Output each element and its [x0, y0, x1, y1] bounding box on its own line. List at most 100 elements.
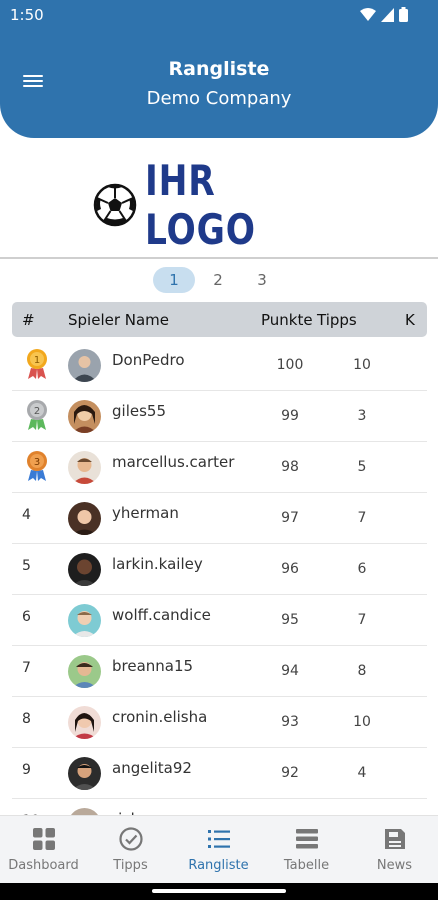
table-row[interactable]: 9 angelita92 92 4 — [12, 748, 427, 799]
ranking-list: 1 DonPedro 100 10 2 giles55 99 3 3 marce… — [12, 340, 427, 815]
page-button-3[interactable]: 3 — [241, 267, 283, 293]
nav-label: Tipps — [113, 858, 148, 873]
avatar — [68, 502, 101, 535]
divider — [0, 257, 438, 259]
player-tips: 7 — [357, 510, 367, 526]
player-points: 93 — [281, 714, 299, 730]
ranking-list-icon — [208, 830, 230, 848]
player-tips: 7 — [357, 612, 367, 628]
status-bar: 1:50 — [0, 0, 438, 30]
player-name: breanna15 — [112, 657, 194, 675]
gold-medal-icon: 1 — [27, 349, 47, 379]
bottom-navigation: Dashboard Tipps Rangliste Tabelle News — [0, 815, 438, 883]
home-indicator[interactable] — [152, 889, 286, 893]
player-tips: 3 — [357, 408, 367, 424]
player-tips: 4 — [357, 765, 367, 781]
table-icon — [296, 829, 318, 849]
avatar — [68, 655, 101, 688]
table-row[interactable]: 1 DonPedro 100 10 — [12, 340, 427, 391]
nav-rangliste[interactable]: Rangliste — [175, 816, 262, 884]
player-name: larkin.kailey — [112, 555, 203, 573]
avatar — [68, 808, 101, 815]
logo-text: IHR LOGO — [145, 156, 256, 254]
grid-icon — [33, 828, 55, 850]
nav-label: News — [376, 858, 413, 873]
avatar — [68, 400, 101, 433]
company-name: Demo Company — [146, 88, 292, 109]
player-name: DonPedro — [112, 351, 185, 369]
player-name: angelita92 — [112, 759, 192, 777]
soccer-ball-icon — [93, 183, 137, 227]
player-name: wolff.candice — [112, 606, 211, 624]
app-header: Rangliste Demo Company — [0, 30, 438, 138]
nav-label: Rangliste — [188, 858, 249, 873]
status-time: 1:50 — [10, 6, 44, 24]
page-title: Rangliste — [168, 58, 270, 80]
svg-text:2: 2 — [34, 406, 40, 417]
nav-label: Dashboard — [8, 858, 79, 873]
column-header-tips[interactable]: Tipps — [317, 311, 357, 329]
player-tips: 10 — [353, 357, 371, 373]
player-name: giles55 — [112, 402, 166, 420]
avatar — [68, 553, 101, 586]
avatar — [68, 706, 101, 739]
check-circle-icon — [119, 827, 143, 851]
player-points: 96 — [281, 561, 299, 577]
avatar — [68, 349, 101, 382]
player-points: 99 — [281, 408, 299, 424]
silver-medal-icon: 2 — [27, 400, 47, 430]
table-row[interactable]: 5 larkin.kailey 96 6 — [12, 544, 427, 595]
nav-tabelle[interactable]: Tabelle — [263, 816, 350, 884]
player-rank: 4 — [22, 507, 31, 523]
player-rank: 7 — [22, 660, 31, 676]
player-rank: 8 — [22, 711, 31, 727]
page-button-2[interactable]: 2 — [197, 267, 239, 293]
nav-label: Tabelle — [283, 858, 330, 873]
player-tips: 8 — [357, 663, 367, 679]
nav-dashboard[interactable]: Dashboard — [0, 816, 87, 884]
player-name: cronin.elisha — [112, 708, 208, 726]
player-points: 97 — [281, 510, 299, 526]
battery-icon — [399, 7, 408, 22]
table-row[interactable]: 2 giles55 99 3 — [12, 391, 427, 442]
pagination: 1 2 3 — [0, 267, 438, 293]
player-points: 98 — [281, 459, 299, 475]
column-header-name[interactable]: Spieler Name — [68, 311, 169, 329]
table-row[interactable]: 7 breanna15 94 8 — [12, 646, 427, 697]
player-points: 95 — [281, 612, 299, 628]
player-rank: 9 — [22, 762, 31, 778]
player-tips: 6 — [357, 561, 367, 577]
page-button-1[interactable]: 1 — [153, 267, 195, 293]
wifi-icon — [360, 7, 376, 21]
player-name: marcellus.carter — [112, 453, 235, 471]
bronze-medal-icon: 3 — [27, 451, 47, 481]
nav-news[interactable]: News — [351, 816, 438, 884]
avatar — [68, 604, 101, 637]
player-tips: 10 — [353, 714, 371, 730]
column-header-rank[interactable]: # — [22, 311, 35, 329]
avatar — [68, 757, 101, 790]
player-points: 94 — [281, 663, 299, 679]
status-icons — [360, 7, 408, 22]
nav-tipps[interactable]: Tipps — [87, 816, 174, 884]
table-header: # Spieler Name Punkte Tipps K — [12, 302, 427, 337]
player-rank: 6 — [22, 609, 31, 625]
table-row[interactable]: 3 marcellus.carter 98 5 — [12, 442, 427, 493]
player-name: yherman — [112, 504, 179, 522]
player-points: 100 — [276, 357, 304, 373]
table-row[interactable]: 10 rick — [12, 799, 427, 815]
player-rank: 5 — [22, 558, 31, 574]
column-header-k[interactable]: K — [405, 311, 415, 329]
column-header-points[interactable]: Punkte — [261, 311, 313, 329]
svg-text:1: 1 — [34, 355, 40, 366]
news-icon — [385, 829, 405, 849]
gesture-bar — [0, 883, 438, 900]
table-row[interactable]: 4 yherman 97 7 — [12, 493, 427, 544]
svg-text:3: 3 — [34, 457, 40, 468]
player-tips: 5 — [357, 459, 367, 475]
player-points: 92 — [281, 765, 299, 781]
company-logo: IHR LOGO — [0, 156, 438, 254]
table-row[interactable]: 6 wolff.candice 95 7 — [12, 595, 427, 646]
table-row[interactable]: 8 cronin.elisha 93 10 — [12, 697, 427, 748]
avatar — [68, 451, 101, 484]
